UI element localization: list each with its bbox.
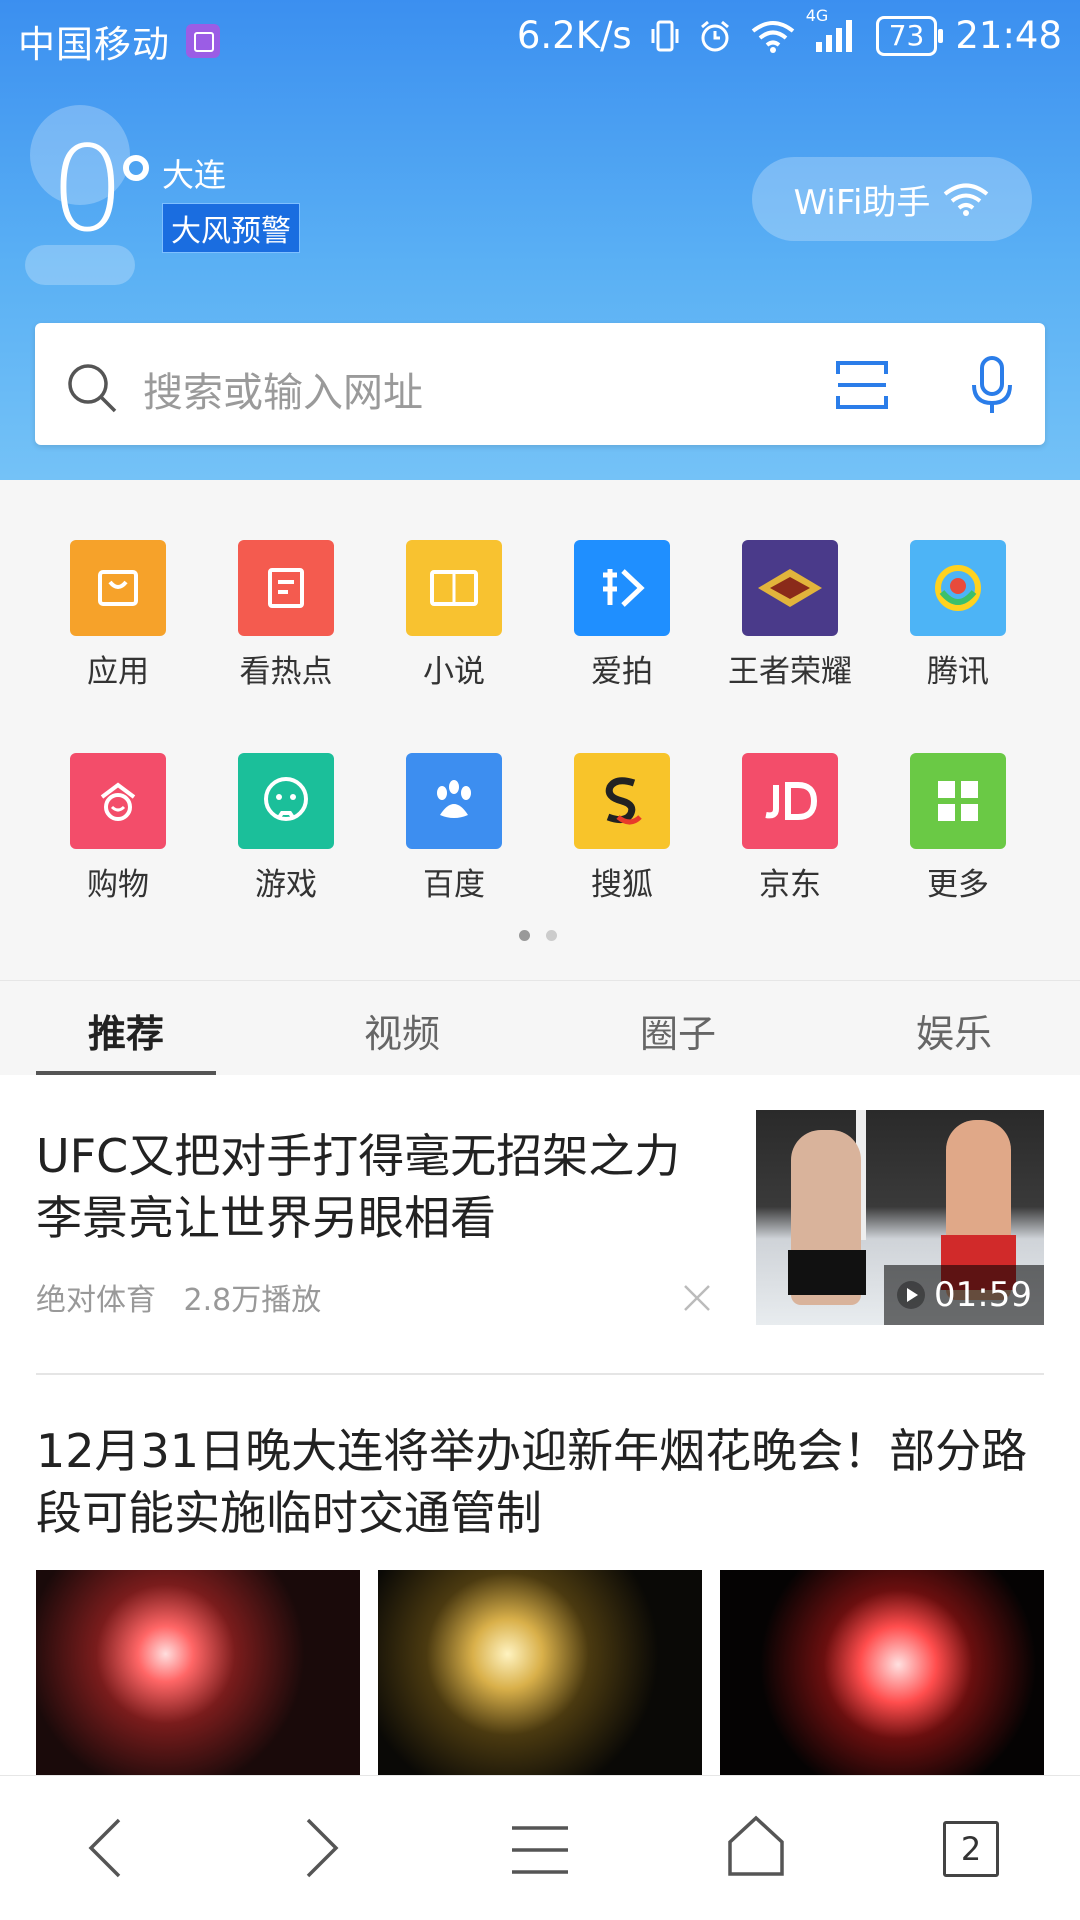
app-shortcut[interactable]: 购物 bbox=[34, 753, 202, 933]
menu-icon[interactable] bbox=[510, 1824, 570, 1876]
video-thumbnail[interactable]: 01:59 bbox=[756, 1110, 1044, 1325]
video-duration: 01:59 bbox=[884, 1265, 1044, 1325]
cell-signal: 4G bbox=[806, 6, 858, 54]
alarm-icon bbox=[700, 20, 729, 51]
page-dot bbox=[546, 930, 557, 941]
app-shortcut[interactable]: 小说 bbox=[370, 540, 538, 720]
app-shortcut[interactable]: 游戏 bbox=[202, 753, 370, 933]
article-title[interactable]: UFC又把对手打得毫无招架之力 李景亮让世界另眼相看 bbox=[36, 1125, 696, 1249]
app-shortcut[interactable]: 王者荣耀 bbox=[706, 540, 874, 720]
app-label: 腾讯 bbox=[927, 654, 989, 690]
app-label: 爱拍 bbox=[591, 654, 653, 690]
book-icon bbox=[406, 540, 502, 636]
battery-indicator: 73 bbox=[875, 15, 943, 56]
tab-circle[interactable]: 圈子 bbox=[588, 1003, 768, 1058]
scan-icon[interactable] bbox=[835, 360, 889, 410]
degree-icon bbox=[123, 155, 149, 181]
wifi-status-icon bbox=[751, 20, 794, 53]
app-shortcut[interactable]: 应用 bbox=[34, 540, 202, 720]
page-dot-active bbox=[519, 930, 530, 941]
article-source: 绝对体育 bbox=[36, 1283, 156, 1318]
baidu-paw-icon bbox=[406, 753, 502, 849]
page-indicator bbox=[519, 930, 557, 941]
tencent-icon bbox=[910, 540, 1006, 636]
gallery-notification-icon bbox=[186, 24, 220, 58]
app-label: 京东 bbox=[759, 867, 821, 903]
temperature: 0 bbox=[50, 120, 126, 258]
search-bar[interactable]: 搜索或输入网址 bbox=[35, 323, 1045, 445]
back-icon[interactable] bbox=[85, 1816, 125, 1880]
app-shortcut[interactable]: 看热点 bbox=[202, 540, 370, 720]
jd-icon bbox=[742, 753, 838, 849]
app-shortcut[interactable]: 百度 bbox=[370, 753, 538, 933]
game-icon bbox=[238, 753, 334, 849]
tab-switcher-button[interactable]: 2 bbox=[943, 1821, 999, 1877]
weather-widget[interactable]: 0 大连 大风预警 bbox=[0, 95, 400, 295]
bottom-navigation: 2 bbox=[0, 1775, 1080, 1920]
signal-bars-icon bbox=[815, 19, 852, 52]
app-shortcut[interactable]: 京东 bbox=[706, 753, 874, 933]
article-images[interactable] bbox=[36, 1570, 1044, 1780]
header: 中国移动 6.2K/s 4G 73 21:48 0 大连 大风预警 WiFi助手… bbox=[0, 0, 1080, 480]
app-label: 应用 bbox=[87, 654, 149, 690]
more-grid-icon bbox=[910, 753, 1006, 849]
article-title[interactable]: 12月31日晚大连将举办迎新年烟花晚会！部分路段可能实施临时交通管制 bbox=[36, 1420, 1046, 1544]
weather-city: 大连 bbox=[162, 156, 227, 194]
tab-recommend[interactable]: 推荐 bbox=[36, 1003, 216, 1058]
wifi-assistant-label: WiFi助手 bbox=[793, 182, 931, 223]
search-icon bbox=[68, 364, 117, 413]
app-label: 更多 bbox=[927, 867, 989, 903]
fireworks-image bbox=[378, 1570, 702, 1780]
app-label: 购物 bbox=[87, 867, 149, 903]
app-shortcut[interactable]: 腾讯 bbox=[874, 540, 1042, 720]
fireworks-image bbox=[720, 1570, 1044, 1780]
forward-icon[interactable] bbox=[302, 1816, 342, 1880]
play-icon bbox=[897, 1281, 925, 1309]
shopping-icon bbox=[70, 753, 166, 849]
app-shortcut[interactable]: 爱拍 bbox=[538, 540, 706, 720]
microphone-icon[interactable] bbox=[970, 355, 1014, 415]
clock: 21:48 bbox=[955, 14, 1062, 57]
aipai-icon bbox=[574, 540, 670, 636]
hot-news-icon bbox=[238, 540, 334, 636]
app-label: 游戏 bbox=[255, 867, 317, 903]
sohu-icon bbox=[574, 753, 670, 849]
article-meta: 绝对体育 2.8万播放 bbox=[36, 1275, 339, 1319]
tab-entertainment[interactable]: 娱乐 bbox=[864, 1003, 1044, 1058]
app-label: 小说 bbox=[423, 654, 485, 690]
wifi-assistant-button[interactable]: WiFi助手 bbox=[752, 157, 1032, 241]
feed-tabs: 推荐 视频 圈子 娱乐 bbox=[0, 980, 1080, 1075]
app-label: 百度 bbox=[423, 867, 485, 903]
app-store-icon bbox=[70, 540, 166, 636]
vibrate-icon bbox=[651, 20, 679, 51]
wifi-icon bbox=[944, 183, 989, 216]
tab-video[interactable]: 视频 bbox=[312, 1003, 492, 1058]
game-logo-icon bbox=[742, 540, 838, 636]
quick-links-grid: 应用 看热点 小说 爱拍 王者荣耀 腾讯 购物 游戏 百度 搜狐 京东 更多 bbox=[0, 480, 1080, 980]
app-label: 搜狐 bbox=[591, 867, 653, 903]
news-feed: UFC又把对手打得毫无招架之力 李景亮让世界另眼相看 绝对体育 2.8万播放 0… bbox=[0, 1075, 1080, 1780]
close-icon[interactable] bbox=[682, 1283, 712, 1313]
search-placeholder[interactable]: 搜索或输入网址 bbox=[143, 360, 423, 418]
app-label: 王者荣耀 bbox=[728, 654, 852, 690]
status-bar: 中国移动 6.2K/s 4G 73 21:48 bbox=[0, 0, 1080, 80]
article-plays: 2.8万播放 bbox=[183, 1283, 322, 1318]
duration-label: 01:59 bbox=[934, 1275, 1032, 1315]
app-shortcut[interactable]: 搜狐 bbox=[538, 753, 706, 933]
weather-alert-badge[interactable]: 大风预警 bbox=[162, 203, 300, 253]
network-speed: 6.2K/s bbox=[516, 14, 632, 57]
carrier-label: 中国移动 bbox=[18, 23, 170, 66]
divider bbox=[36, 1373, 1044, 1375]
thumbnail-shorts bbox=[788, 1250, 866, 1295]
app-shortcut[interactable]: 更多 bbox=[874, 753, 1042, 933]
app-label: 看热点 bbox=[239, 654, 333, 690]
home-icon[interactable] bbox=[726, 1814, 786, 1878]
fireworks-image bbox=[36, 1570, 360, 1780]
